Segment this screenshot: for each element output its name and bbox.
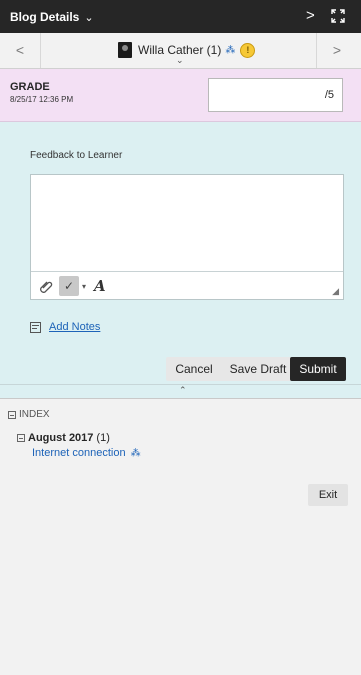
feedback-label: Feedback to Learner <box>30 150 123 161</box>
add-notes[interactable]: Add Notes <box>30 321 100 333</box>
grade-label: GRADE <box>10 81 50 93</box>
exit-button[interactable]: Exit <box>308 484 348 506</box>
expand-icon[interactable] <box>330 8 346 24</box>
blog-entry-link[interactable]: Internet connection ⁂ <box>32 447 141 459</box>
avatar <box>118 42 132 58</box>
cancel-button[interactable]: Cancel <box>166 357 222 381</box>
collapse-index-icon[interactable] <box>8 410 16 419</box>
blog-details-title: Blog Details <box>10 9 80 24</box>
needs-grading-icon: ! <box>240 42 256 58</box>
month-group[interactable]: August 2017 (1) <box>17 432 110 444</box>
feedback-editor[interactable]: ✓ ▾ A ◢ <box>30 174 344 300</box>
blog-entry-title[interactable]: Internet connection <box>32 447 126 459</box>
index-panel: INDEX August 2017 (1) Internet connectio… <box>0 399 361 675</box>
month-count: (1) <box>96 432 110 444</box>
chevron-down-icon[interactable]: ⌄ <box>176 55 184 66</box>
current-user-selector[interactable]: Willa Cather (1) ⁂ ! <box>118 42 256 58</box>
chevron-up-icon[interactable]: ⌃ <box>179 385 187 396</box>
index-title: INDEX <box>19 409 50 420</box>
index-header[interactable]: INDEX <box>8 409 50 420</box>
chevron-down-icon[interactable]: ▾ <box>82 282 86 291</box>
next-user-button[interactable]: > <box>316 33 357 68</box>
collapse-panel-bar[interactable]: ⌃ <box>0 384 361 399</box>
editor-toolbar: ✓ ▾ A ◢ <box>31 271 343 300</box>
grade-input[interactable]: /5 <box>208 78 343 112</box>
notes-icon <box>30 321 41 333</box>
spellcheck-icon[interactable]: ✓ <box>59 276 79 296</box>
feedback-section: Feedback to Learner ✓ ▾ A ◢ Add Notes Ca… <box>0 122 361 384</box>
resize-handle-icon[interactable]: ◢ <box>332 286 339 297</box>
add-notes-link[interactable]: Add Notes <box>49 321 100 333</box>
next-item-button[interactable]: > <box>306 7 315 24</box>
grade-section: GRADE 8/25/17 12:36 PM /5 <box>0 69 361 122</box>
submit-button[interactable]: Submit <box>290 357 346 381</box>
group-icon: ⁂ <box>130 447 141 459</box>
save-draft-button[interactable]: Save Draft <box>216 357 300 381</box>
attachment-icon[interactable] <box>39 279 53 293</box>
month-label: August 2017 <box>28 432 94 444</box>
text-format-icon[interactable]: A <box>94 277 106 295</box>
previous-user-button[interactable]: < <box>0 33 41 68</box>
blog-details-header: Blog Details ⌄ > <box>0 0 361 33</box>
feedback-text[interactable] <box>37 181 337 265</box>
group-icon: ⁂ <box>225 44 236 56</box>
grade-date: 8/25/17 12:36 PM <box>10 95 74 104</box>
user-navigation-bar: < Willa Cather (1) ⁂ ! ⌄ > <box>0 33 361 69</box>
blog-details-menu[interactable]: Blog Details ⌄ <box>10 10 94 24</box>
chevron-down-icon: ⌄ <box>84 11 94 24</box>
collapse-month-icon[interactable] <box>17 434 25 442</box>
